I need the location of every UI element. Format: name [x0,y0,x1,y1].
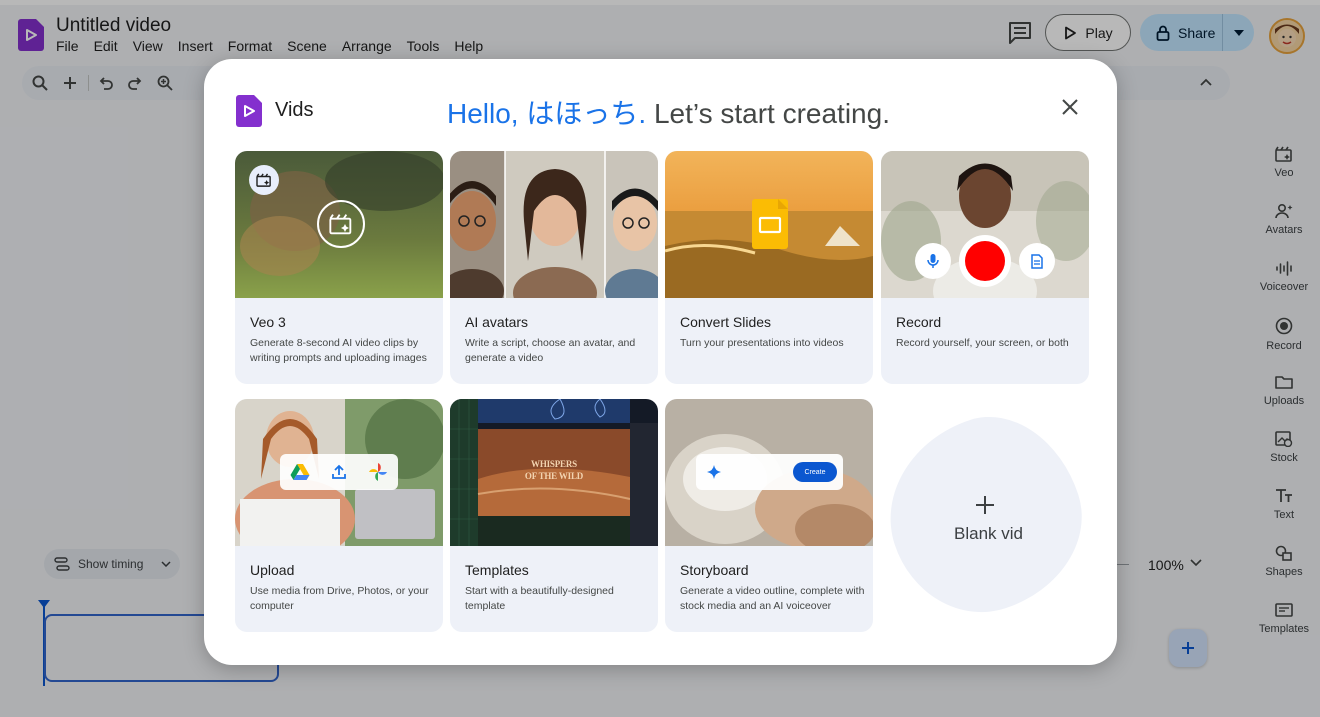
card-convert-slides[interactable]: Convert Slides Turn your presentations i… [665,151,873,384]
card-upload-desc: Use media from Drive, Photos, or your co… [250,585,429,612]
card-convert-slides-desc: Turn your presentations into videos [680,337,844,349]
greeting-hello: Hello, はほっち. [447,98,647,129]
veo-icon [256,173,271,187]
upload-source-bar [280,454,398,490]
card-record[interactable]: Record Record yourself, your screen, or … [881,151,1089,384]
card-templates-title: Templates [465,562,529,578]
plus-icon[interactable] [975,495,995,515]
document-icon [1031,253,1043,269]
start-creating-dialog: Vids Hello, はほっち. Let’s start creating. … [204,59,1117,665]
record-start-button[interactable] [959,235,1011,287]
ai-avatars-thumbnail [450,151,658,298]
blank-video-card[interactable] [865,395,1105,635]
mic-icon [927,254,939,268]
card-ai-avatars-desc: Write a script, choose an avatar, and ge… [465,337,636,364]
card-upload[interactable]: Upload Use media from Drive, Photos, or … [235,399,443,632]
google-drive-icon[interactable] [290,463,310,481]
card-record-desc: Record yourself, your screen, or both [896,337,1069,349]
mic-button[interactable] [915,243,951,279]
vids-logo-icon [236,95,262,127]
card-veo3[interactable]: Veo 3 Generate 8-second AI video clips b… [235,151,443,384]
script-button[interactable] [1019,243,1055,279]
convert-slides-thumbnail [665,151,873,298]
card-upload-title: Upload [250,562,295,578]
record-dot-icon [965,241,1005,281]
card-templates-desc: Start with a beautifully-designed templa… [465,585,614,612]
card-veo3-title: Veo 3 [250,314,286,330]
dialog-brand: Vids [275,99,314,121]
greeting-heading: Hello, はほっち. Let’s start creating. [447,92,890,132]
close-icon[interactable] [1059,96,1081,118]
veo-center-icon [317,200,365,248]
card-ai-avatars-title: AI avatars [465,314,529,330]
veo-badge [249,165,279,195]
card-storyboard-desc: Generate a video outline, complete with … [680,585,865,612]
card-storyboard-title: Storyboard [680,562,749,578]
card-veo3-desc: Generate 8-second AI video clips by writ… [250,337,427,364]
upload-icon[interactable] [331,464,347,480]
storyboard-create-button[interactable]: Create [793,462,837,482]
sparkle-icon [707,465,721,479]
card-ai-avatars[interactable]: AI avatars Write a script, choose an ava… [450,151,658,384]
card-record-title: Record [896,314,942,330]
card-templates[interactable]: WHISPERS OF THE WILD Templates Start wit… [450,399,658,632]
storyboard-prompt-bar: Create [696,454,843,490]
greeting-rest: Let’s start creating. [653,98,890,129]
card-convert-slides-title: Convert Slides [680,314,772,330]
template-thumb-title: WHISPERS OF THE WILD [524,459,584,481]
google-photos-icon[interactable] [368,462,388,482]
card-storyboard[interactable]: Create Storyboard Generate a video outli… [665,399,873,632]
clapper-sparkle-icon [329,214,352,235]
blank-video-label[interactable]: Blank vid [954,524,1023,544]
